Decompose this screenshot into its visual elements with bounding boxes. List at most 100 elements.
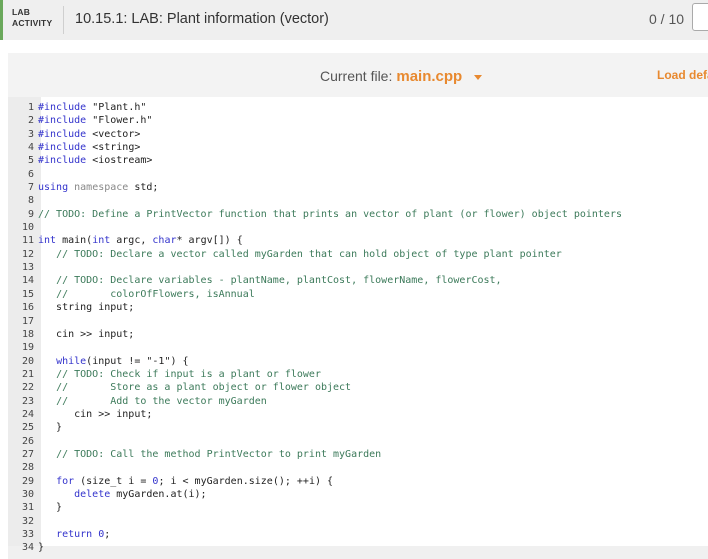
code-text[interactable]: using namespace std; <box>38 182 158 193</box>
line-number: 8 <box>27 195 34 207</box>
line-number: 24 <box>21 408 34 420</box>
code-line[interactable]: 13 <box>8 261 622 274</box>
code-text[interactable]: #include <iostream> <box>38 155 152 166</box>
line-number: 17 <box>21 315 34 327</box>
line-number: 13 <box>21 262 34 274</box>
code-line[interactable]: 6 <box>8 168 622 181</box>
lab-title: 10.15.1: LAB: Plant information (vector) <box>75 11 329 27</box>
code-line[interactable]: 5 #include <iostream> <box>8 154 622 167</box>
line-number: 19 <box>21 342 34 354</box>
code-line[interactable]: 23 // Add to the vector myGarden <box>8 395 622 408</box>
code-text[interactable]: } <box>38 422 62 433</box>
line-number: 30 <box>21 488 34 500</box>
code-text[interactable]: // TODO: Check if input is a plant or fl… <box>38 369 321 380</box>
code-text[interactable]: #include "Flower.h" <box>38 115 152 126</box>
code-line[interactable]: 17 <box>8 315 622 328</box>
editor-toolbar: Current file:main.cpp Load defa <box>8 53 708 97</box>
chevron-down-icon[interactable] <box>474 74 483 80</box>
lab-header: LAB ACTIVITY 10.15.1: LAB: Plant informa… <box>0 0 708 40</box>
code-line[interactable]: 26 <box>8 435 622 448</box>
code-text[interactable]: return 0; <box>38 529 110 540</box>
line-number: 31 <box>21 502 34 514</box>
code-text[interactable]: delete myGarden.at(i); <box>38 489 206 500</box>
line-number: 11 <box>21 235 34 247</box>
line-number: 28 <box>21 462 34 474</box>
code-line[interactable]: 22 // Store as a plant object or flower … <box>8 381 622 394</box>
code-line[interactable]: 27 // TODO: Call the method PrintVector … <box>8 448 622 461</box>
code-line[interactable]: 32 <box>8 515 622 528</box>
code-text[interactable]: // Store as a plant object or flower obj… <box>38 382 351 393</box>
code-line[interactable]: 14 // TODO: Declare variables - plantNam… <box>8 274 622 287</box>
current-file-name[interactable]: main.cpp <box>396 68 462 85</box>
code-text[interactable]: #include <vector> <box>38 129 140 140</box>
code-line[interactable]: 4 #include <string> <box>8 141 622 154</box>
code-text[interactable]: // colorOfFlowers, isAnnual <box>38 289 255 300</box>
line-number: 3 <box>27 128 34 140</box>
code-line[interactable]: 34} <box>8 541 622 554</box>
code-text[interactable]: cin >> input; <box>38 329 134 340</box>
line-number: 4 <box>27 142 34 154</box>
code-text[interactable]: cin >> input; <box>38 409 152 420</box>
line-number: 29 <box>21 475 34 487</box>
code-text[interactable]: // TODO: Declare variables - plantName, … <box>38 275 502 286</box>
code-line[interactable]: 24 cin >> input; <box>8 408 622 421</box>
code-line[interactable]: 16 string input; <box>8 301 622 314</box>
line-number: 26 <box>21 435 34 447</box>
line-number: 9 <box>27 208 34 220</box>
code-line[interactable]: 11 int main(int argc, char* argv[]) { <box>8 234 622 247</box>
current-file-label: Current file: <box>320 68 393 84</box>
code-line[interactable]: 19 <box>8 341 622 354</box>
code-line[interactable]: 18 cin >> input; <box>8 328 622 341</box>
line-number: 15 <box>21 288 34 300</box>
line-number: 1 <box>27 102 34 113</box>
line-number: 10 <box>21 222 34 234</box>
code-line[interactable]: 29 for (size_t i = 0; i < myGarden.size(… <box>8 475 622 488</box>
code-line[interactable]: 1 #include "Plant.h" <box>8 101 622 114</box>
current-file-selector[interactable]: Current file: main.cpp <box>320 68 483 85</box>
code-text[interactable]: while(input != "-1") { <box>38 356 188 367</box>
code-line[interactable]: 10 <box>8 221 622 234</box>
lab-tag-line2: ACTIVITY <box>12 18 53 28</box>
code-line[interactable]: 30 delete myGarden.at(i); <box>8 488 622 501</box>
code-line[interactable]: 7 using namespace std; <box>8 181 622 194</box>
line-number: 22 <box>21 382 34 394</box>
code-text[interactable]: for (size_t i = 0; i < myGarden.size(); … <box>38 476 333 487</box>
score-text: 0 / 10 <box>649 11 685 27</box>
line-number: 20 <box>21 355 34 367</box>
code-text[interactable]: // TODO: Declare a vector called myGarde… <box>38 249 562 260</box>
code-line[interactable]: 9 // TODO: Define a PrintVector function … <box>8 208 622 221</box>
line-number: 5 <box>27 155 34 167</box>
code-line[interactable]: 28 <box>8 461 622 474</box>
line-number: 12 <box>21 248 34 260</box>
code-text[interactable]: // TODO: Call the method PrintVector to … <box>38 449 381 460</box>
code-text[interactable]: string input; <box>38 302 134 313</box>
line-number: 23 <box>21 395 34 407</box>
code-text[interactable]: } <box>38 542 44 553</box>
load-default-template-button[interactable]: Load defa <box>657 68 708 82</box>
code-lines[interactable]: 1 #include "Plant.h" 2 #include "Flower.h" 3… <box>8 101 622 555</box>
code-text[interactable]: // Add to the vector myGarden <box>38 396 267 407</box>
line-number: 16 <box>21 302 34 314</box>
code-line[interactable]: 3 #include <vector> <box>8 128 622 141</box>
code-line[interactable]: 21 // TODO: Check if input is a plant or… <box>8 368 622 381</box>
line-number: 7 <box>27 182 34 194</box>
code-line[interactable]: 25 } <box>8 421 622 434</box>
code-text[interactable]: // TODO: Define a PrintVector function t… <box>38 209 622 220</box>
code-line[interactable]: 15 // colorOfFlowers, isAnnual <box>8 288 622 301</box>
code-line[interactable]: 31 } <box>8 501 622 514</box>
code-text[interactable]: #include "Plant.h" <box>38 102 146 113</box>
code-line[interactable]: 33 return 0; <box>8 528 622 541</box>
code-text[interactable]: #include <string> <box>38 142 140 153</box>
line-number: 25 <box>21 422 34 434</box>
code-line[interactable]: 8 <box>8 194 622 207</box>
line-number: 6 <box>27 168 34 180</box>
line-number: 14 <box>21 275 34 287</box>
line-number: 18 <box>21 328 34 340</box>
code-line[interactable]: 2 #include "Flower.h" <box>8 114 622 127</box>
code-line[interactable]: 12 // TODO: Declare a vector called myGa… <box>8 248 622 261</box>
line-number: 21 <box>21 368 34 380</box>
code-text[interactable]: } <box>38 502 62 513</box>
header-divider <box>63 6 64 34</box>
code-line[interactable]: 20 while(input != "-1") { <box>8 355 622 368</box>
code-text[interactable]: int main(int argc, char* argv[]) { <box>38 235 243 246</box>
